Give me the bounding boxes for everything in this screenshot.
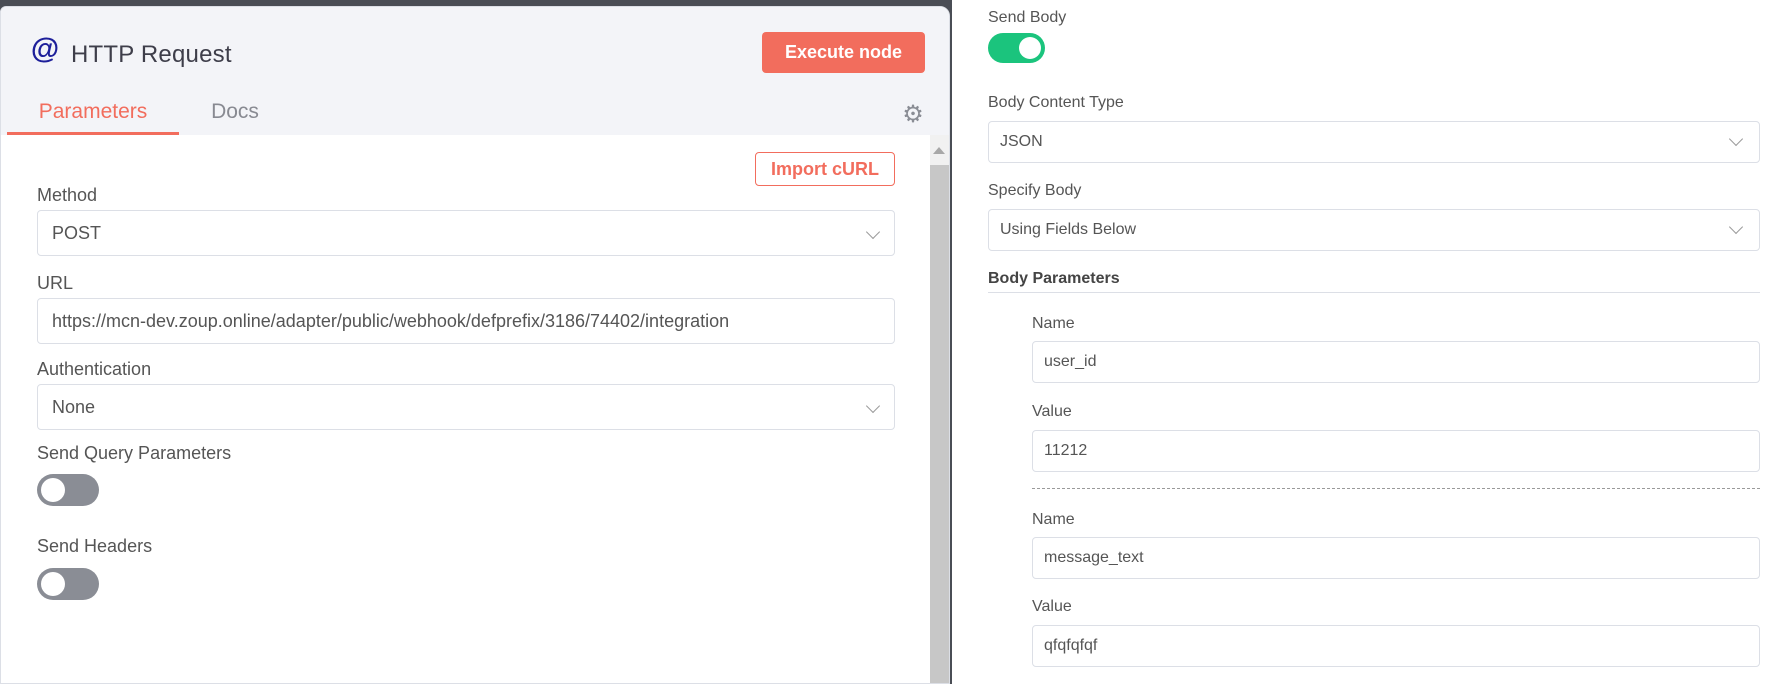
specify-body-value: Using Fields Below: [1000, 221, 1137, 238]
url-input[interactable]: https://mcn-dev.zoup.online/adapter/publ…: [37, 298, 895, 344]
parameter-value-value: 11212: [1044, 442, 1088, 459]
send-headers-toggle[interactable]: [37, 568, 99, 600]
toggle-knob: [41, 572, 65, 596]
parameter-value-input[interactable]: 11212: [1032, 430, 1760, 472]
specify-body-label: Specify Body: [988, 182, 1082, 199]
parameter-value-label: Value: [1032, 598, 1072, 615]
body-content-type-select[interactable]: JSON: [988, 121, 1760, 163]
parameter-value-value: qfqfqfqf: [1044, 637, 1098, 654]
section-divider: [988, 292, 1760, 293]
vertical-scrollbar[interactable]: [930, 135, 949, 683]
method-label: Method: [37, 185, 98, 205]
authentication-select[interactable]: None: [37, 384, 895, 430]
send-query-parameters-label: Send Query Parameters: [37, 443, 232, 463]
at-sign-icon: @: [30, 33, 60, 65]
tab-docs[interactable]: Docs: [200, 95, 270, 135]
node-parameters-panel: @ HTTP Request Execute node Parameters D…: [0, 6, 950, 684]
scrollbar-thumb[interactable]: [930, 165, 949, 683]
send-query-parameters-toggle[interactable]: [37, 474, 99, 506]
send-body-label: Send Body: [988, 9, 1067, 26]
toggle-knob: [1019, 37, 1041, 59]
toggle-knob: [41, 478, 65, 502]
body-parameters-heading: Body Parameters: [988, 270, 1120, 287]
parameter-value-label: Value: [1032, 403, 1072, 420]
parameter-name-value: user_id: [1044, 353, 1097, 370]
authentication-label: Authentication: [37, 359, 152, 379]
body-content-type-value: JSON: [1000, 133, 1043, 150]
authentication-value: None: [52, 397, 96, 417]
chevron-down-icon: [865, 398, 881, 414]
panel-header: @ HTTP Request Execute node Parameters D…: [1, 7, 949, 135]
chevron-down-icon: [1728, 131, 1744, 147]
parameter-name-label: Name: [1032, 511, 1075, 528]
method-select[interactable]: POST: [37, 210, 895, 256]
url-label: URL: [37, 273, 74, 293]
parameter-name-label: Name: [1032, 315, 1075, 332]
method-value: POST: [52, 223, 102, 243]
chevron-down-icon: [865, 224, 881, 240]
node-title: HTTP Request: [71, 41, 232, 68]
scroll-up-arrow-icon[interactable]: [933, 147, 945, 154]
parameter-value-input[interactable]: qfqfqfqf: [1032, 625, 1760, 667]
specify-body-select[interactable]: Using Fields Below: [988, 209, 1760, 251]
body-content-type-label: Body Content Type: [988, 94, 1124, 111]
import-curl-button[interactable]: Import cURL: [755, 152, 895, 186]
parameter-name-value: message_text: [1044, 549, 1144, 566]
chevron-down-icon: [1728, 219, 1744, 235]
url-value: https://mcn-dev.zoup.online/adapter/publ…: [52, 311, 730, 331]
send-headers-label: Send Headers: [37, 536, 153, 556]
parameter-name-input[interactable]: message_text: [1032, 537, 1760, 579]
send-body-toggle[interactable]: [988, 33, 1045, 63]
tab-parameters[interactable]: Parameters: [7, 95, 179, 135]
execute-node-button[interactable]: Execute node: [762, 32, 925, 73]
parameter-separator: [1032, 488, 1760, 489]
parameter-name-input[interactable]: user_id: [1032, 341, 1760, 383]
gear-icon[interactable]: ⚙: [901, 103, 925, 127]
